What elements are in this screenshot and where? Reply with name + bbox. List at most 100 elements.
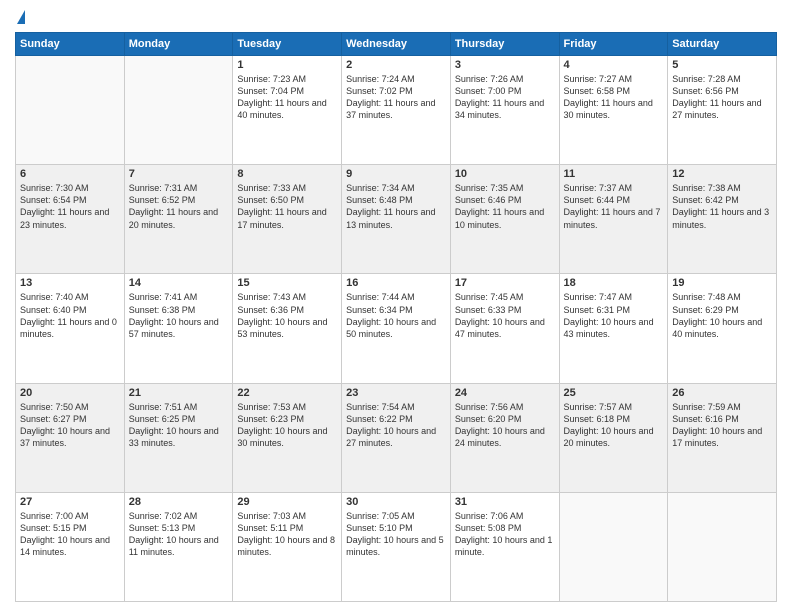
day-info: Sunrise: 7:35 AM Sunset: 6:46 PM Dayligh… bbox=[455, 182, 555, 231]
day-number: 4 bbox=[564, 59, 664, 71]
calendar-week-row: 27Sunrise: 7:00 AM Sunset: 5:15 PM Dayli… bbox=[16, 492, 777, 601]
day-info: Sunrise: 7:31 AM Sunset: 6:52 PM Dayligh… bbox=[129, 182, 229, 231]
calendar-cell: 17 Sunrise: 7:45 AM Sunset: 6:33 PM Dayli… bbox=[450, 274, 559, 383]
calendar-cell: 28 Sunrise: 7:02 AM Sunset: 5:13 PM Dayli… bbox=[124, 492, 233, 601]
day-info: Sunrise: 7:37 AM Sunset: 6:44 PM Dayligh… bbox=[564, 182, 664, 231]
calendar-table: SundayMondayTuesdayWednesdayThursdayFrid… bbox=[15, 32, 777, 602]
logo bbox=[15, 10, 25, 24]
day-info: Sunrise: 7:59 AM Sunset: 6:16 PM Dayligh… bbox=[672, 401, 772, 450]
day-info: Sunrise: 7:03 AM Sunset: 5:11 PM Dayligh… bbox=[237, 510, 337, 559]
weekday-header: Wednesday bbox=[342, 33, 451, 56]
day-number: 6 bbox=[20, 168, 120, 180]
calendar-cell: 16Sunrise: 7:44 AM Sunset: 6:34 PM Dayli… bbox=[342, 274, 451, 383]
day-number: 1 bbox=[237, 59, 337, 71]
day-number: 18 bbox=[564, 277, 664, 289]
calendar-cell: 14 Sunrise: 7:41 AM Sunset: 6:38 PM Dayli… bbox=[124, 274, 233, 383]
calendar-cell: 23 Sunrise: 7:54 AM Sunset: 6:22 PM Dayli… bbox=[342, 383, 451, 492]
calendar-cell: 21 Sunrise: 7:51 AM Sunset: 6:25 PM Dayli… bbox=[124, 383, 233, 492]
day-number: 27 bbox=[20, 496, 120, 508]
day-info: Sunrise: 7:45 AM Sunset: 6:33 PM Dayligh… bbox=[455, 291, 555, 340]
calendar-header-row: SundayMondayTuesdayWednesdayThursdayFrid… bbox=[16, 33, 777, 56]
calendar-week-row: 20 Sunrise: 7:50 AM Sunset: 6:27 PM Dayli… bbox=[16, 383, 777, 492]
day-number: 17 bbox=[455, 277, 555, 289]
day-info: Sunrise: 7:26 AM Sunset: 7:00 PM Dayligh… bbox=[455, 73, 555, 122]
day-info: Sunrise: 7:48 AM Sunset: 6:29 PM Dayligh… bbox=[672, 291, 772, 340]
day-info: Sunrise: 7:43 AM Sunset: 6:36 PM Dayligh… bbox=[237, 291, 337, 340]
logo-triangle-icon bbox=[17, 10, 25, 24]
day-number: 12 bbox=[672, 168, 772, 180]
day-number: 8 bbox=[237, 168, 337, 180]
weekday-header: Tuesday bbox=[233, 33, 342, 56]
day-number: 11 bbox=[564, 168, 664, 180]
day-info: Sunrise: 7:28 AM Sunset: 6:56 PM Dayligh… bbox=[672, 73, 772, 122]
calendar-cell bbox=[668, 492, 777, 601]
day-number: 2 bbox=[346, 59, 446, 71]
day-number: 14 bbox=[129, 277, 229, 289]
day-number: 22 bbox=[237, 387, 337, 399]
day-number: 25 bbox=[564, 387, 664, 399]
calendar-cell: 3 Sunrise: 7:26 AM Sunset: 7:00 PM Daylig… bbox=[450, 56, 559, 165]
calendar-cell bbox=[124, 56, 233, 165]
day-info: Sunrise: 7:51 AM Sunset: 6:25 PM Dayligh… bbox=[129, 401, 229, 450]
day-info: Sunrise: 7:57 AM Sunset: 6:18 PM Dayligh… bbox=[564, 401, 664, 450]
day-number: 13 bbox=[20, 277, 120, 289]
day-number: 30 bbox=[346, 496, 446, 508]
calendar-week-row: 1 Sunrise: 7:23 AM Sunset: 7:04 PM Daylig… bbox=[16, 56, 777, 165]
calendar-cell: 13Sunrise: 7:40 AM Sunset: 6:40 PM Dayli… bbox=[16, 274, 125, 383]
calendar-cell: 2Sunrise: 7:24 AM Sunset: 7:02 PM Daylig… bbox=[342, 56, 451, 165]
day-number: 21 bbox=[129, 387, 229, 399]
day-number: 28 bbox=[129, 496, 229, 508]
day-number: 9 bbox=[346, 168, 446, 180]
calendar-cell bbox=[559, 492, 668, 601]
day-number: 29 bbox=[237, 496, 337, 508]
calendar-cell: 26 Sunrise: 7:59 AM Sunset: 6:16 PM Dayli… bbox=[668, 383, 777, 492]
weekday-header: Thursday bbox=[450, 33, 559, 56]
day-number: 20 bbox=[20, 387, 120, 399]
calendar-cell: 24 Sunrise: 7:56 AM Sunset: 6:20 PM Dayli… bbox=[450, 383, 559, 492]
day-number: 26 bbox=[672, 387, 772, 399]
day-info: Sunrise: 7:56 AM Sunset: 6:20 PM Dayligh… bbox=[455, 401, 555, 450]
day-info: Sunrise: 7:27 AM Sunset: 6:58 PM Dayligh… bbox=[564, 73, 664, 122]
calendar-cell: 20 Sunrise: 7:50 AM Sunset: 6:27 PM Dayli… bbox=[16, 383, 125, 492]
calendar-cell: 22 Sunrise: 7:53 AM Sunset: 6:23 PM Dayli… bbox=[233, 383, 342, 492]
day-number: 7 bbox=[129, 168, 229, 180]
calendar-cell: 29 Sunrise: 7:03 AM Sunset: 5:11 PM Dayli… bbox=[233, 492, 342, 601]
calendar-week-row: 6Sunrise: 7:30 AM Sunset: 6:54 PM Daylig… bbox=[16, 165, 777, 274]
day-number: 24 bbox=[455, 387, 555, 399]
day-info: Sunrise: 7:23 AM Sunset: 7:04 PM Dayligh… bbox=[237, 73, 337, 122]
day-info: Sunrise: 7:44 AM Sunset: 6:34 PM Dayligh… bbox=[346, 291, 446, 340]
day-number: 31 bbox=[455, 496, 555, 508]
day-number: 5 bbox=[672, 59, 772, 71]
day-number: 19 bbox=[672, 277, 772, 289]
day-info: Sunrise: 7:02 AM Sunset: 5:13 PM Dayligh… bbox=[129, 510, 229, 559]
calendar-cell: 18 Sunrise: 7:47 AM Sunset: 6:31 PM Dayli… bbox=[559, 274, 668, 383]
calendar-cell: 1 Sunrise: 7:23 AM Sunset: 7:04 PM Daylig… bbox=[233, 56, 342, 165]
calendar-cell: 6Sunrise: 7:30 AM Sunset: 6:54 PM Daylig… bbox=[16, 165, 125, 274]
page: SundayMondayTuesdayWednesdayThursdayFrid… bbox=[0, 0, 792, 612]
header bbox=[15, 10, 777, 24]
calendar-cell: 9 Sunrise: 7:34 AM Sunset: 6:48 PM Daylig… bbox=[342, 165, 451, 274]
calendar-cell: 4 Sunrise: 7:27 AM Sunset: 6:58 PM Daylig… bbox=[559, 56, 668, 165]
day-info: Sunrise: 7:06 AM Sunset: 5:08 PM Dayligh… bbox=[455, 510, 555, 559]
day-info: Sunrise: 7:41 AM Sunset: 6:38 PM Dayligh… bbox=[129, 291, 229, 340]
day-info: Sunrise: 7:50 AM Sunset: 6:27 PM Dayligh… bbox=[20, 401, 120, 450]
calendar-cell: 31 Sunrise: 7:06 AM Sunset: 5:08 PM Dayli… bbox=[450, 492, 559, 601]
day-info: Sunrise: 7:38 AM Sunset: 6:42 PM Dayligh… bbox=[672, 182, 772, 231]
calendar-cell: 15Sunrise: 7:43 AM Sunset: 6:36 PM Dayli… bbox=[233, 274, 342, 383]
calendar-cell: 8 Sunrise: 7:33 AM Sunset: 6:50 PM Daylig… bbox=[233, 165, 342, 274]
day-number: 10 bbox=[455, 168, 555, 180]
day-info: Sunrise: 7:54 AM Sunset: 6:22 PM Dayligh… bbox=[346, 401, 446, 450]
day-info: Sunrise: 7:05 AM Sunset: 5:10 PM Dayligh… bbox=[346, 510, 446, 559]
day-number: 23 bbox=[346, 387, 446, 399]
day-info: Sunrise: 7:34 AM Sunset: 6:48 PM Dayligh… bbox=[346, 182, 446, 231]
day-number: 3 bbox=[455, 59, 555, 71]
calendar-cell: 12 Sunrise: 7:38 AM Sunset: 6:42 PM Dayli… bbox=[668, 165, 777, 274]
weekday-header: Saturday bbox=[668, 33, 777, 56]
day-info: Sunrise: 7:47 AM Sunset: 6:31 PM Dayligh… bbox=[564, 291, 664, 340]
day-info: Sunrise: 7:53 AM Sunset: 6:23 PM Dayligh… bbox=[237, 401, 337, 450]
calendar-cell: 27Sunrise: 7:00 AM Sunset: 5:15 PM Dayli… bbox=[16, 492, 125, 601]
day-info: Sunrise: 7:33 AM Sunset: 6:50 PM Dayligh… bbox=[237, 182, 337, 231]
weekday-header: Friday bbox=[559, 33, 668, 56]
calendar-cell: 19 Sunrise: 7:48 AM Sunset: 6:29 PM Dayli… bbox=[668, 274, 777, 383]
calendar-cell: 10 Sunrise: 7:35 AM Sunset: 6:46 PM Dayli… bbox=[450, 165, 559, 274]
